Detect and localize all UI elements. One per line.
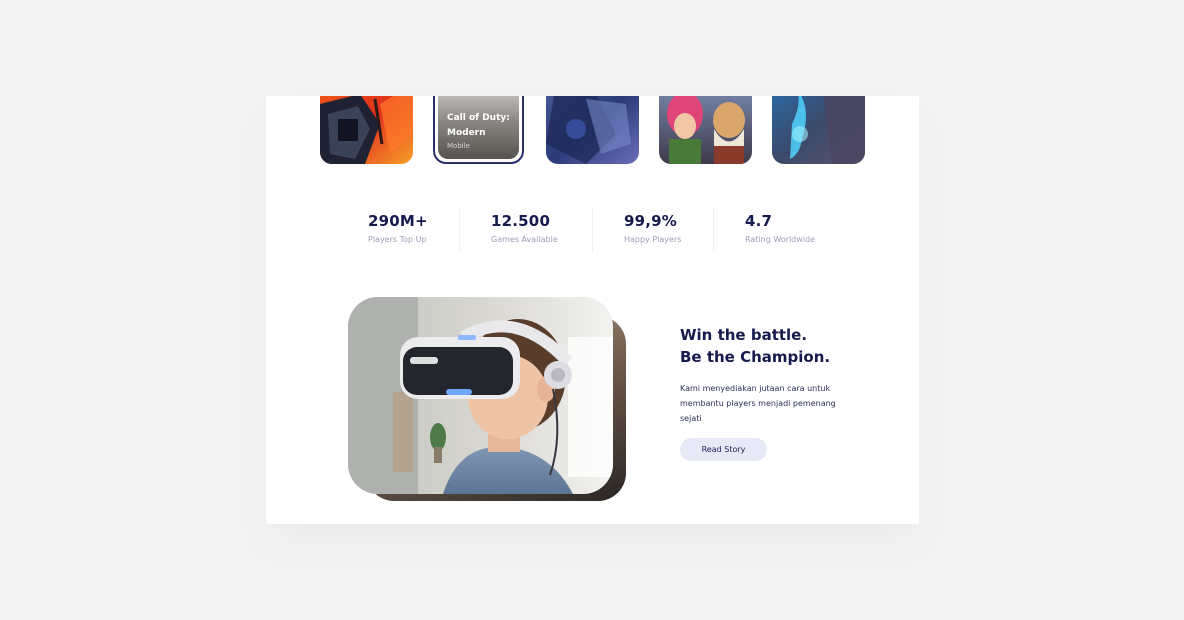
stat-label: Happy Players (624, 235, 682, 244)
stat-label: Rating Worldwide (745, 235, 816, 244)
game-art-5 (772, 96, 865, 164)
featured-game-title: Call of Duty: Modern (447, 113, 510, 138)
game-thumbnail-4[interactable] (659, 96, 752, 164)
stat-label: Games Available (491, 235, 558, 244)
game-thumbnail-featured[interactable]: Call of Duty: Modern Mobile (433, 96, 524, 164)
stat-games-available: 12.500 Games Available (491, 212, 558, 244)
game-thumbnail-5[interactable] (772, 96, 865, 164)
vr-headset-illustration (348, 297, 613, 494)
hero-description: Kami menyediakan jutaan cara untuk memba… (680, 384, 836, 423)
stat-divider (459, 208, 460, 252)
hero-headline: Win the battle. Be the Champion. (680, 324, 830, 368)
stat-value: 99,9% (624, 212, 678, 230)
featured-game-platform: Mobile (447, 142, 470, 150)
hero-headline-line-1: Win the battle. (680, 326, 808, 344)
game-art-1 (320, 96, 413, 164)
game-thumbnail-3[interactable] (546, 96, 639, 164)
game-art-3 (546, 96, 639, 164)
stat-divider (713, 208, 714, 252)
stat-happy-players: 99,9% Happy Players (624, 212, 681, 244)
read-story-button[interactable]: Read Story (680, 438, 767, 461)
stat-label: Players Top Up (368, 235, 427, 244)
content-card: Call of Duty: Modern Mobile 290M+ Player… (266, 96, 919, 524)
stat-value: 12.500 (491, 212, 551, 230)
stat-players-top-up: 290M+ Players Top Up (368, 212, 428, 244)
game-art-4 (659, 96, 752, 164)
hero-headline-line-2: Be the Champion. (680, 348, 831, 366)
stat-value: 4.7 (745, 212, 773, 230)
featured-game-card: Call of Duty: Modern Mobile (438, 96, 519, 159)
game-thumbnail-1[interactable] (320, 96, 413, 164)
stat-rating-worldwide: 4.7 Rating Worldwide (745, 212, 815, 244)
stat-divider (592, 208, 593, 252)
stat-value: 290M+ (368, 212, 428, 230)
hero-vr-photo (348, 297, 613, 494)
